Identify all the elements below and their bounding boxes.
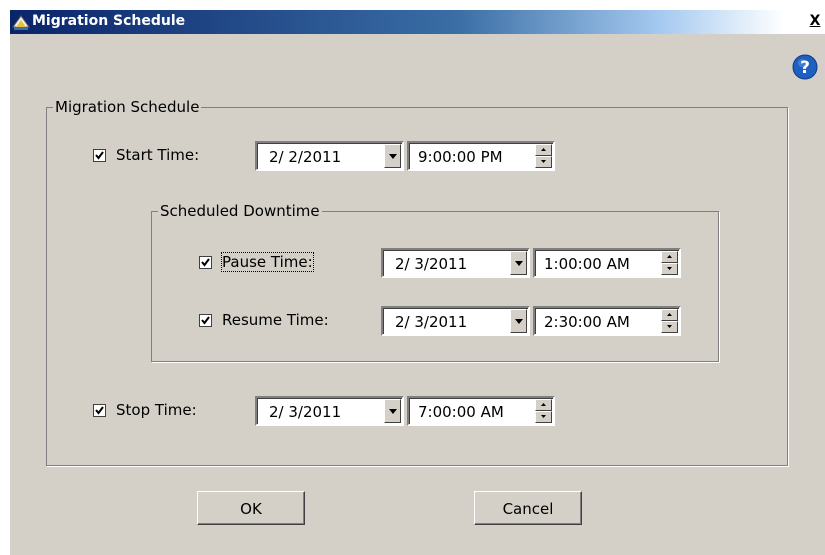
resume-time-spin-up[interactable] [661,309,678,321]
start-date-value: 2/ 2/2011 [269,148,342,166]
help-icon[interactable]: ? [791,53,819,81]
resume-date-dropdown-button[interactable] [510,309,527,333]
pause-date-value: 2/ 3/2011 [395,255,468,273]
title-bar: Migration Schedule [10,10,825,34]
start-time-value: 9:00:00 PM [418,148,503,166]
pause-time-spin-down[interactable] [661,263,678,275]
stop-date-dropdown-button[interactable] [384,399,401,423]
resume-time-label: Resume Time: [222,311,329,329]
pause-date-dropdown-button[interactable] [510,251,527,275]
resume-time-spin [661,309,678,333]
chevron-down-icon [389,154,397,159]
stop-time-checkbox[interactable] [93,404,106,417]
arrow-up-icon [667,313,672,316]
resume-time-spin-down[interactable] [661,321,678,333]
pause-time-spin [661,251,678,275]
resume-date-picker[interactable]: 2/ 3/2011 [381,306,530,336]
start-time-spin-up[interactable] [535,144,552,156]
start-time-checkbox[interactable] [93,149,106,162]
window-title: Migration Schedule [32,13,186,29]
pause-time-spinner[interactable]: 1:00:00 AM [533,248,681,278]
arrow-down-icon [667,325,672,328]
migration-schedule-legend: Migration Schedule [53,98,202,116]
resume-time-value: 2:30:00 AM [544,313,630,331]
pause-date-picker[interactable]: 2/ 3/2011 [381,248,530,278]
start-time-spin-down[interactable] [535,156,552,168]
resume-time-row: Resume Time: 2/ 3/2011 2:30:00 AM [10,306,825,336]
stop-time-spin-down[interactable] [535,411,552,423]
chevron-down-icon [515,261,523,266]
pause-time-label: Pause Time: [221,252,314,272]
scheduled-downtime-group: Scheduled Downtime [151,202,719,362]
close-button[interactable]: X [807,13,823,29]
stop-time-spinner[interactable]: 7:00:00 AM [407,396,555,426]
stop-time-spin-up[interactable] [535,399,552,411]
app-icon [12,15,30,30]
svg-text:?: ? [800,58,810,78]
cancel-button[interactable]: Cancel [474,491,582,525]
start-date-dropdown-button[interactable] [384,144,401,168]
start-time-row: Start Time: 2/ 2/2011 9:00:00 PM [10,141,825,171]
chevron-down-icon [389,409,397,414]
pause-time-row: Pause Time: 2/ 3/2011 1:00:00 AM [10,248,825,278]
chevron-down-icon [515,319,523,324]
ok-button[interactable]: OK [197,491,305,525]
stop-time-label: Stop Time: [116,401,197,419]
start-time-label: Start Time: [116,146,200,164]
stop-time-spin [535,399,552,423]
resume-time-checkbox[interactable] [199,314,212,327]
pause-time-value: 1:00:00 AM [544,255,630,273]
start-date-picker[interactable]: 2/ 2/2011 [255,141,404,171]
stop-time-value: 7:00:00 AM [418,403,504,421]
arrow-down-icon [541,160,546,163]
arrow-up-icon [667,255,672,258]
pause-time-checkbox[interactable] [199,256,212,269]
arrow-down-icon [667,267,672,270]
resume-date-value: 2/ 3/2011 [395,313,468,331]
scheduled-downtime-legend: Scheduled Downtime [158,202,322,220]
stop-date-value: 2/ 3/2011 [269,403,342,421]
arrow-up-icon [541,148,546,151]
start-time-spinner[interactable]: 9:00:00 PM [407,141,555,171]
arrow-up-icon [541,403,546,406]
stop-time-row: Stop Time: 2/ 3/2011 7:00:00 AM [10,396,825,426]
arrow-down-icon [541,415,546,418]
migration-schedule-dialog: Migration Schedule X ? Migration Schedul… [10,10,825,555]
resume-time-spinner[interactable]: 2:30:00 AM [533,306,681,336]
stop-date-picker[interactable]: 2/ 3/2011 [255,396,404,426]
start-time-spin [535,144,552,168]
pause-time-spin-up[interactable] [661,251,678,263]
